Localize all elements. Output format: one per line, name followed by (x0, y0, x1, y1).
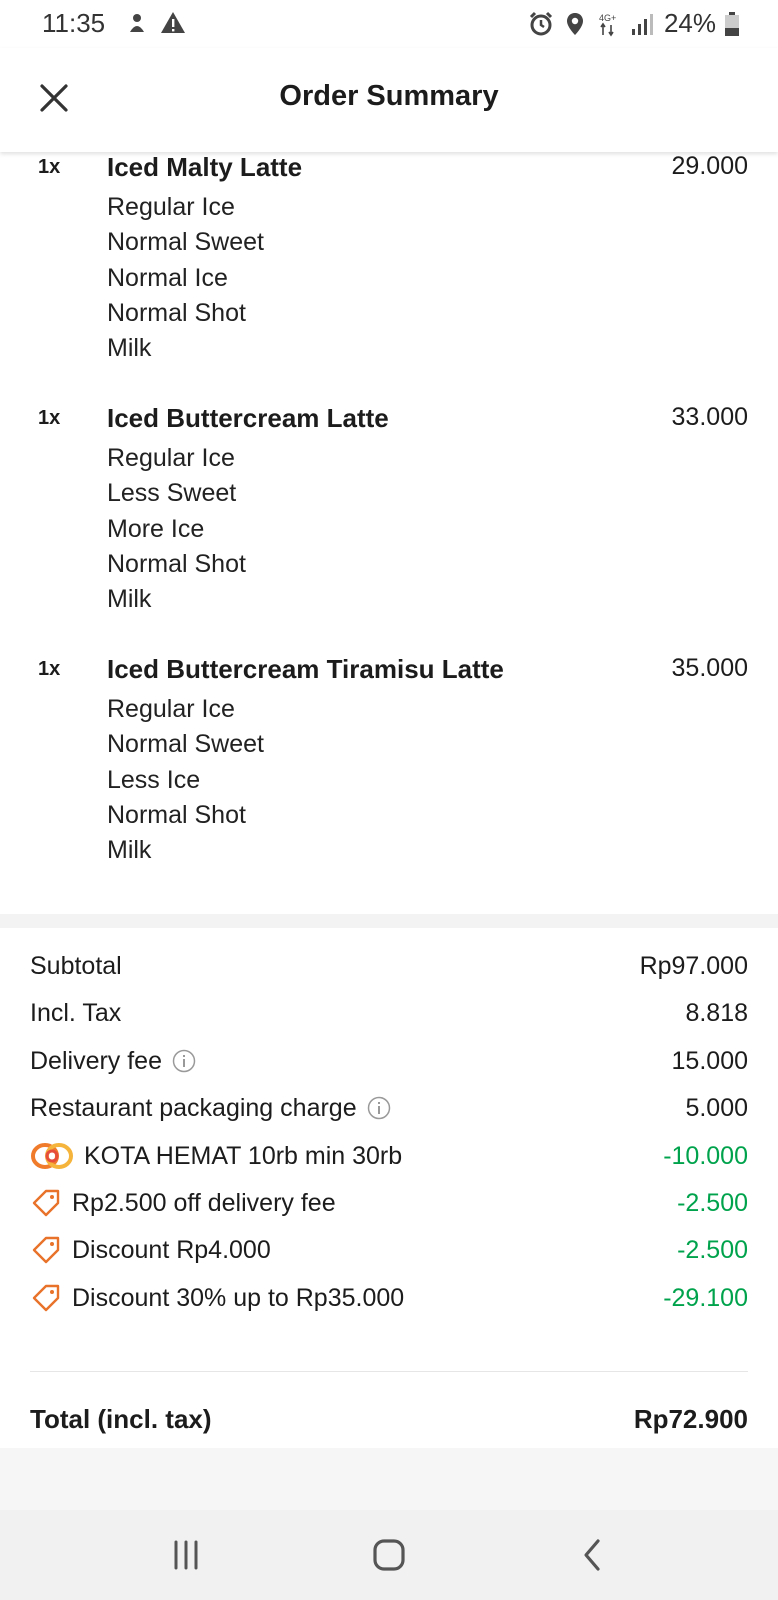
item-option: More Ice (107, 514, 205, 543)
item-options: Regular Ice Normal Sweet Less Ice Normal… (107, 692, 264, 868)
tax-label: Incl. Tax (30, 998, 122, 1027)
tag-icon (32, 1189, 60, 1217)
subtotal-label: Subtotal (30, 951, 122, 980)
subtotal-row: Subtotal Rp97.000 (30, 946, 748, 986)
promo-row: Discount 30% up to Rp35.000 -29.100 (30, 1278, 748, 1318)
battery-percent: 24% (663, 8, 716, 38)
item-quantity: 1x (38, 156, 61, 178)
item-option: Less Sweet (107, 479, 237, 508)
total-value: Rp72.900 (633, 1404, 748, 1434)
item-quantity: 1x (38, 407, 61, 429)
home-button[interactable] (359, 1530, 419, 1580)
recent-apps-button[interactable] (156, 1530, 216, 1580)
item-option: Less Ice (107, 765, 201, 794)
item-price: 33.000 (671, 403, 748, 431)
delivery-fee-value: 15.000 (671, 1046, 748, 1075)
section-divider (0, 914, 778, 928)
subtotal-value: Rp97.000 (639, 951, 748, 980)
battery-icon (725, 11, 739, 36)
total-label: Total (incl. tax) (30, 1404, 212, 1434)
tax-row: Incl. Tax 8.818 (30, 993, 748, 1033)
delivery-fee-label: Delivery fee (30, 1046, 162, 1075)
item-option: Normal Sweet (107, 730, 264, 759)
item-option: Normal Sweet (107, 228, 264, 257)
item-options: Regular Ice Less Sweet More Ice Normal S… (107, 441, 246, 617)
item-option: Milk (107, 836, 152, 865)
divider (30, 1371, 748, 1372)
bottom-spacer (0, 1448, 778, 1510)
packaging-label: Restaurant packaging charge (30, 1093, 357, 1122)
kota-hemat-logo (31, 1143, 73, 1169)
promo-label: Discount 30% up to Rp35.000 (72, 1283, 405, 1312)
info-icon[interactable] (172, 1049, 196, 1073)
svg-text:4G+: 4G+ (599, 13, 616, 23)
promo-label: Rp2.500 off delivery fee (72, 1188, 336, 1217)
tax-value: 8.818 (685, 998, 748, 1027)
item-option: Normal Shot (107, 800, 246, 829)
item-name: Iced Buttercream Tiramisu Latte (107, 654, 504, 684)
promo-row: Discount Rp4.000 -2.500 (30, 1230, 748, 1270)
item-option: Regular Ice (107, 444, 235, 472)
item-option: Normal Ice (107, 263, 228, 292)
promo-value: -2.500 (677, 1188, 748, 1217)
item-quantity: 1x (38, 658, 61, 680)
location-icon (566, 12, 583, 35)
total-row: Total (incl. tax) Rp72.900 (30, 1404, 748, 1435)
item-option: Milk (107, 334, 152, 363)
item-name: Iced Buttercream Latte (107, 403, 389, 433)
status-time: 11:35 (42, 8, 106, 38)
delivery-fee-row: Delivery fee 15.000 (30, 1041, 748, 1081)
promo-value: -2.500 (677, 1235, 748, 1264)
warning-icon (161, 12, 185, 33)
item-options: Regular Ice Normal Sweet Normal Ice Norm… (107, 190, 264, 366)
alarm-icon (529, 11, 553, 35)
promo-row: Rp2.500 off delivery fee -2.500 (30, 1183, 748, 1223)
item-option: Milk (107, 585, 152, 614)
item-option: Regular Ice (107, 695, 235, 723)
header: Order Summary (0, 48, 778, 152)
page-title: Order Summary (279, 80, 499, 112)
tag-icon (32, 1284, 60, 1312)
notification-icon (130, 14, 144, 32)
promo-label: KOTA HEMAT 10rb min 30rb (84, 1141, 403, 1170)
item-price: 35.000 (671, 654, 748, 682)
item-option: Regular Ice (107, 193, 235, 221)
back-button[interactable] (562, 1530, 622, 1580)
promo-label: Discount Rp4.000 (72, 1235, 271, 1264)
navigation-bar (0, 1510, 778, 1600)
item-name: Iced Malty Latte (107, 152, 303, 182)
packaging-value: 5.000 (685, 1093, 748, 1122)
status-bar: 11:35 4G+ 24% (0, 0, 778, 48)
packaging-row: Restaurant packaging charge 5.000 (30, 1088, 748, 1128)
network-icon: 4G+ (599, 13, 616, 36)
promo-value: -10.000 (663, 1141, 748, 1170)
tag-icon (32, 1236, 60, 1264)
info-icon[interactable] (367, 1096, 391, 1120)
promo-value: -29.100 (663, 1283, 748, 1312)
item-option: Normal Shot (107, 298, 246, 327)
promo-row: KOTA HEMAT 10rb min 30rb -10.000 (30, 1136, 748, 1176)
signal-icon (631, 13, 653, 35)
item-option: Normal Shot (107, 549, 246, 578)
item-price: 29.000 (671, 152, 748, 180)
